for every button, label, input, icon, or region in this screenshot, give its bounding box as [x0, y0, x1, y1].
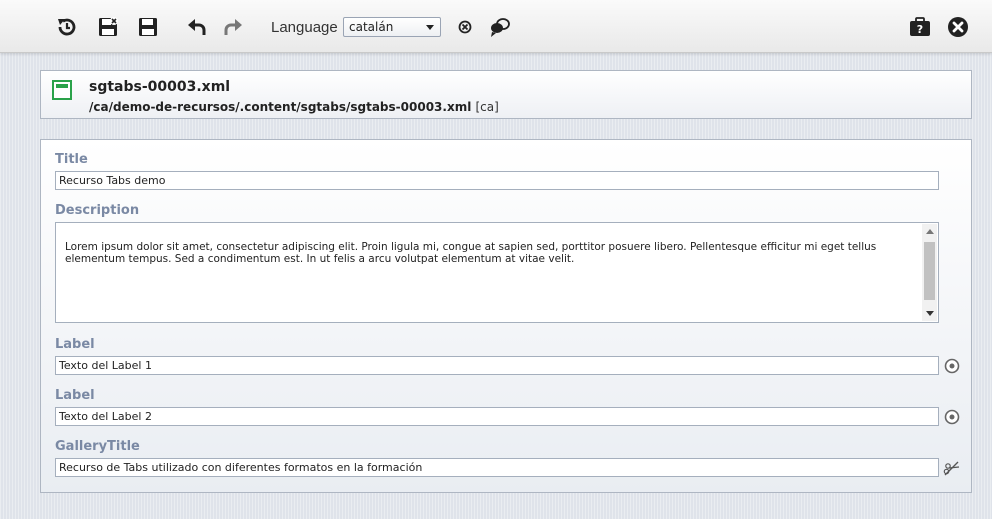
gallery-title-input[interactable]: Recurso de Tabs utilizado con diferentes…: [55, 458, 939, 477]
compare-locale-icon[interactable]: [488, 15, 512, 39]
label-2-input[interactable]: Texto del Label 2: [55, 407, 939, 426]
label-2-options-icon[interactable]: [943, 408, 961, 426]
resource-path-text: /ca/demo-de-recursos/.content/sgtabs/sgt…: [89, 100, 472, 114]
close-icon[interactable]: [946, 15, 970, 39]
redo-icon[interactable]: [221, 15, 245, 39]
content-form: Title Recurso Tabs demo Description Lore…: [40, 139, 972, 493]
title-label: Title: [55, 152, 88, 167]
history-icon[interactable]: [55, 15, 79, 39]
language-label: Language: [271, 19, 338, 36]
file-icon: [52, 80, 72, 100]
label-1-options-icon[interactable]: [943, 357, 961, 375]
description-textarea[interactable]: Lorem ipsum dolor sit amet, consectetur …: [55, 222, 939, 323]
save-and-exit-icon[interactable]: [96, 15, 120, 39]
resource-path: /ca/demo-de-recursos/.content/sgtabs/sgt…: [89, 100, 499, 114]
remove-locale-icon[interactable]: [453, 15, 477, 39]
scroll-up-icon[interactable]: [926, 229, 934, 234]
svg-text:?: ?: [917, 23, 923, 36]
gallery-title-label: GalleryTitle: [55, 439, 140, 454]
title-input[interactable]: Recurso Tabs demo: [55, 171, 939, 190]
chevron-down-icon: [426, 25, 434, 30]
resource-header: sgtabs-00003.xml /ca/demo-de-recursos/.c…: [40, 70, 972, 119]
language-select[interactable]: catalán: [343, 17, 441, 37]
description-label: Description: [55, 203, 140, 218]
scroll-thumb[interactable]: [924, 242, 935, 300]
description-text: Lorem ipsum dolor sit amet, consectetur …: [65, 241, 877, 265]
locale-tag: [ca]: [475, 100, 499, 114]
description-scrollbar[interactable]: [922, 224, 937, 321]
label-2-label: Label: [55, 388, 95, 403]
language-select-value: catalán: [349, 20, 394, 34]
toolbar: Language catalán ?: [0, 0, 992, 53]
undo-icon[interactable]: [185, 15, 209, 39]
resource-title: sgtabs-00003.xml: [89, 79, 231, 95]
label-1-input[interactable]: Texto del Label 1: [55, 356, 939, 375]
scroll-down-icon[interactable]: [926, 311, 934, 316]
label-1-label: Label: [55, 337, 95, 352]
save-icon[interactable]: [136, 15, 160, 39]
help-icon[interactable]: ?: [908, 15, 932, 39]
scissors-icon[interactable]: [943, 459, 961, 477]
